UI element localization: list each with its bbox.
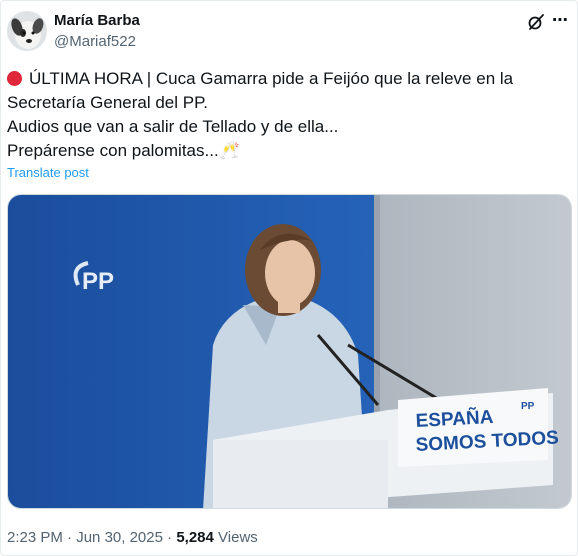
translate-post-link[interactable]: Translate post xyxy=(7,165,89,180)
pp-wall-logo: PP xyxy=(73,261,114,295)
press-conference-photo: PP ESPAÑA SOMOS TODOS PP xyxy=(8,195,571,508)
svg-text:PP: PP xyxy=(521,401,535,412)
tweet-text-line-2: Secretaría General del PP. xyxy=(7,93,208,112)
views-count[interactable]: 5,284 xyxy=(176,529,214,546)
avatar[interactable] xyxy=(7,11,47,51)
tweet-text-line-3: Audios que van a salir de Tellado y de e… xyxy=(7,117,339,136)
author-handle[interactable]: @Mariaf522 xyxy=(54,33,136,50)
grok-icon[interactable] xyxy=(527,13,545,31)
more-icon[interactable]: ⋯ xyxy=(552,13,569,29)
tweet-text-line-1: ÚLTIMA HORA | Cuca Gamarra pide a Feijóo… xyxy=(7,67,567,91)
tweet-card: María Barba @Mariaf522 ⋯ ÚLTIMA HORA | C… xyxy=(0,0,578,556)
meta-separator: · xyxy=(67,529,73,546)
svg-text:ESPAÑA: ESPAÑA xyxy=(415,406,494,432)
tweet-date[interactable]: Jun 30, 2025 xyxy=(76,529,163,546)
svg-text:PP: PP xyxy=(82,268,114,295)
meta-separator: · xyxy=(167,529,173,546)
tweet-photo[interactable]: PP ESPAÑA SOMOS TODOS PP xyxy=(7,194,572,509)
dog-avatar-icon xyxy=(7,11,47,51)
tweet-text-line-4: Prepárense con palomitas...🥂 xyxy=(7,141,240,160)
author-name[interactable]: María Barba xyxy=(54,12,140,29)
tweet-meta: 2:23 PM · Jun 30, 2025 · 5,284 Views xyxy=(7,529,258,546)
tweet-time[interactable]: 2:23 PM xyxy=(7,529,63,546)
views-label: Views xyxy=(218,529,258,546)
breaking-red-dot-icon xyxy=(7,71,22,86)
tweet-text: ÚLTIMA HORA | Cuca Gamarra pide a Feijóo… xyxy=(7,67,567,163)
